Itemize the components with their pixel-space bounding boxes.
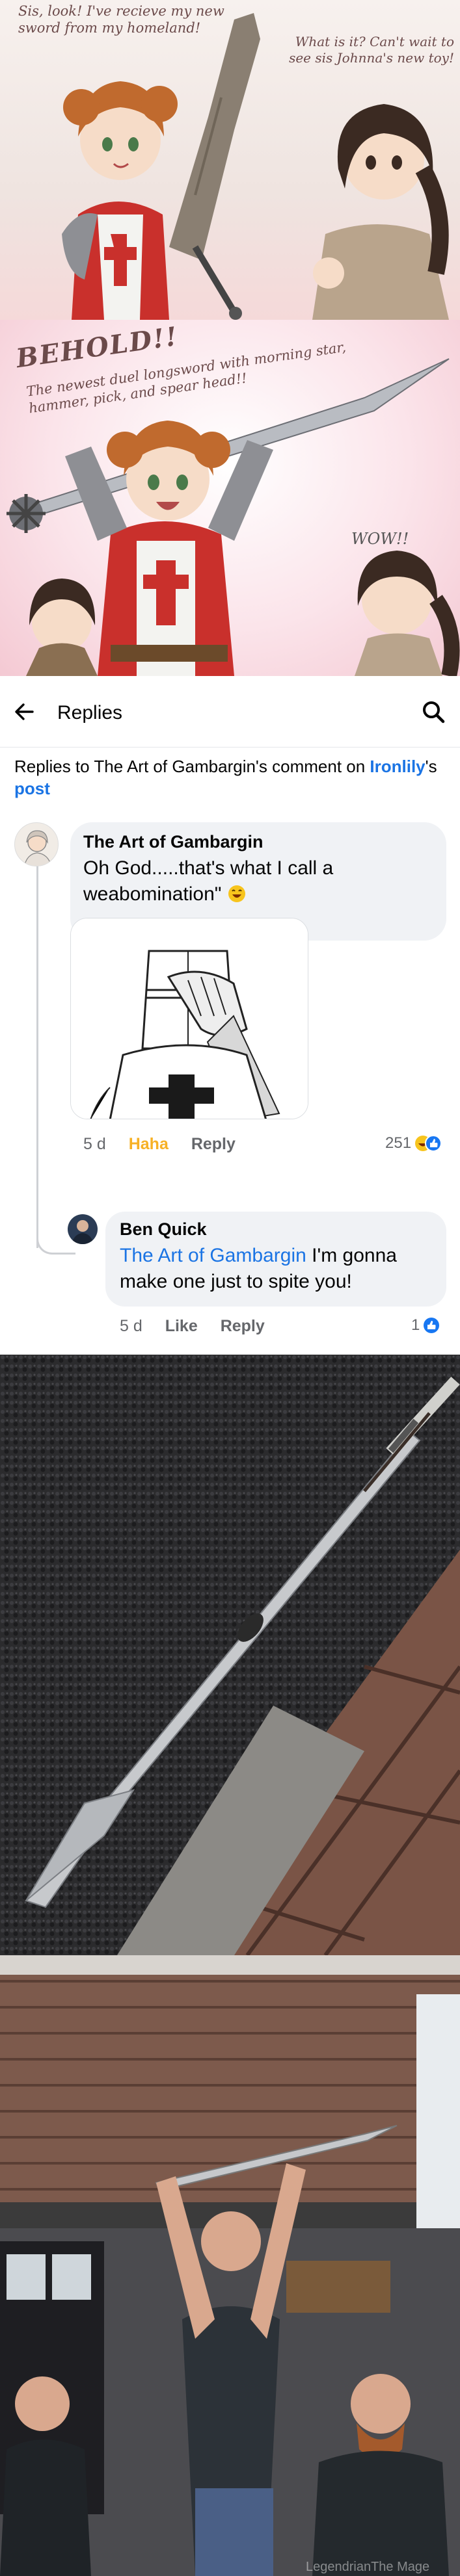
like-icon bbox=[424, 1318, 440, 1333]
comic-panel-bottom: BEHOLD!! The newest duel longsword with … bbox=[0, 320, 460, 676]
comment-text: Oh God.....that's what I call a weabomin… bbox=[83, 857, 334, 905]
reply-like-button[interactable]: Like bbox=[165, 1317, 198, 1335]
comment-meme-image[interactable] bbox=[70, 918, 308, 1119]
forged-sword-photo bbox=[0, 1355, 460, 1955]
post-link[interactable]: post bbox=[14, 779, 50, 798]
search-icon[interactable] bbox=[421, 699, 446, 724]
reply-reaction-count: 1 bbox=[411, 1316, 420, 1334]
back-arrow-icon[interactable] bbox=[13, 701, 35, 723]
page-link-ironlily[interactable]: Ironlily bbox=[370, 757, 425, 776]
haha-emoji-icon bbox=[415, 1135, 442, 1152]
reply-reply-button[interactable]: Reply bbox=[221, 1317, 265, 1335]
wow-speech: WOW!! bbox=[351, 530, 409, 548]
replies-screen: Replies Replies to The Art of Gambargin'… bbox=[0, 676, 460, 1355]
context-prefix: Replies to The Art of Gambargin's commen… bbox=[14, 757, 370, 776]
page-title: Replies bbox=[57, 702, 123, 723]
caption-left: Sis, look! I've recieve my new sword fro… bbox=[18, 3, 224, 36]
facepalm-knight-illustration bbox=[71, 918, 308, 1119]
comment-reactions[interactable]: 251 bbox=[385, 1134, 442, 1152]
thread-line bbox=[36, 832, 38, 1248]
comment-author[interactable]: The Art of Gambargin bbox=[83, 832, 264, 852]
reply-reactions[interactable]: 1 bbox=[411, 1316, 440, 1334]
smiths-photo: LegendrianThe Mage bbox=[0, 1955, 460, 2576]
comic-panel-top: Sis, look! I've recieve my new sword fro… bbox=[0, 0, 460, 320]
avatar-ben-quick[interactable] bbox=[68, 1214, 98, 1244]
haha-reaction-button[interactable]: Haha bbox=[129, 1135, 169, 1153]
replies-context: Replies to The Art of Gambargin's commen… bbox=[14, 755, 444, 800]
reply-mention[interactable]: The Art of Gambargin bbox=[120, 1245, 306, 1266]
comment-reaction-count: 251 bbox=[385, 1134, 412, 1152]
avatar-gambargin[interactable] bbox=[14, 822, 59, 866]
context-possessive: 's bbox=[425, 757, 437, 776]
reply-text: The Art of Gambargin I'm gonna make one … bbox=[120, 1245, 397, 1292]
caption-right: What is it? Can't wait to see sis Johnna… bbox=[289, 34, 454, 66]
laughing-emoji-icon bbox=[228, 885, 245, 902]
comment-meta: 5 d Haha Reply bbox=[83, 1135, 236, 1154]
reply-time: 5 d bbox=[120, 1317, 142, 1335]
comment-reply-button[interactable]: Reply bbox=[191, 1135, 236, 1153]
smiths-holding-sword-photo bbox=[0, 1955, 460, 2576]
replies-header: Replies bbox=[0, 676, 460, 748]
reply-meta: 5 d Like Reply bbox=[120, 1317, 265, 1336]
forged-sword-on-coal-photo bbox=[0, 1355, 460, 1955]
reply-author[interactable]: Ben Quick bbox=[120, 1219, 207, 1240]
comment-time: 5 d bbox=[83, 1135, 106, 1153]
watermark: LegendrianThe Mage bbox=[306, 2560, 430, 2574]
